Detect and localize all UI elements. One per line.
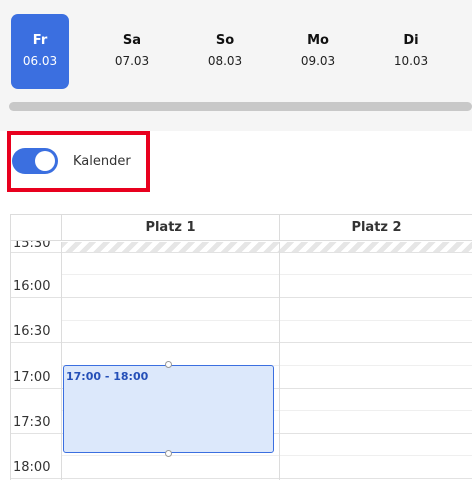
column-divider — [279, 242, 280, 480]
resize-handle-top[interactable] — [165, 361, 172, 368]
time-label: 17:00 — [13, 370, 51, 385]
date-item-sa[interactable]: Sa 07.03 — [103, 14, 161, 89]
grid-line — [11, 297, 472, 298]
date-item-fr[interactable]: Fr 06.03 — [11, 14, 69, 89]
grid-line — [11, 252, 472, 253]
toggle-label: Kalender — [73, 154, 131, 169]
date-item-so[interactable]: So 08.03 — [196, 14, 254, 89]
time-label: 17:30 — [13, 415, 51, 430]
calendar-grid: Platz 1 Platz 2 15:30 16:00 16:30 17:00 … — [10, 214, 472, 480]
date-item-mo[interactable]: Mo 09.03 — [289, 14, 347, 89]
date-weekday: Fr — [32, 33, 48, 48]
date-weekday: So — [215, 33, 235, 48]
column-header-platz-2: Platz 2 — [279, 215, 472, 241]
date-weekday: Mo — [307, 33, 329, 48]
column-header-platz-1: Platz 1 — [61, 215, 279, 241]
unavailable-slot — [61, 242, 472, 252]
grid-line — [61, 274, 472, 275]
date-strip-scrollbar[interactable] — [9, 102, 472, 111]
column-divider — [61, 242, 62, 480]
time-column: 15:30 16:00 16:30 17:00 17:30 18:00 — [11, 236, 61, 480]
date-weekday: Di — [403, 33, 419, 48]
date-number: 07.03 — [114, 54, 150, 68]
date-number: 09.03 — [300, 54, 336, 68]
resize-handle-bottom[interactable] — [165, 450, 172, 457]
calendar-body: 15:30 16:00 16:30 17:00 17:30 18:00 17:0… — [11, 236, 472, 480]
date-strip: Fr 06.03 Sa 07.03 So 08.03 Mo 09.03 Di 1… — [0, 0, 472, 131]
date-number: 06.03 — [22, 54, 58, 68]
date-item-di[interactable]: Di 10.03 — [382, 14, 440, 89]
date-number: 10.03 — [393, 54, 429, 68]
grid-line — [11, 478, 472, 479]
time-label: 18:00 — [13, 460, 51, 475]
date-weekday: Sa — [122, 33, 142, 48]
time-label: 16:00 — [13, 279, 51, 294]
calendar-view-toggle[interactable] — [12, 148, 58, 174]
grid-line — [61, 320, 472, 321]
booking-event[interactable]: 17:00 - 18:00 — [63, 361, 274, 457]
calendar-header: Platz 1 Platz 2 — [11, 215, 472, 241]
grid-line — [11, 342, 472, 343]
toggle-knob — [35, 151, 55, 171]
date-number: 08.03 — [207, 54, 243, 68]
time-label: 16:30 — [13, 324, 51, 339]
grid-line — [61, 455, 472, 456]
event-time-label: 17:00 - 18:00 — [66, 370, 149, 383]
